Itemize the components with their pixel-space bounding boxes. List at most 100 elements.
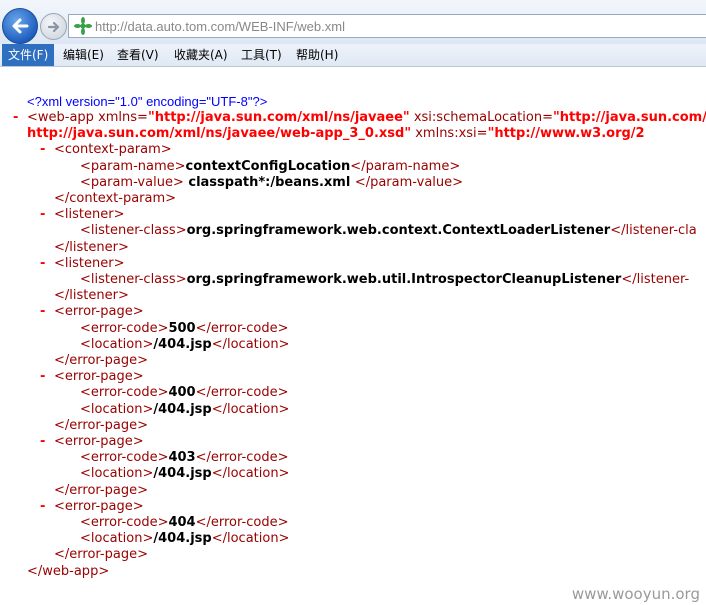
menu-file[interactable]: 文件(F) <box>2 44 55 66</box>
xml-attr-value: http://java.sun.com/xml/ns/javaee/web-ap… <box>27 126 412 142</box>
xml-tag: <error-page> <box>54 434 144 449</box>
xml-tag: </location> <box>211 336 290 352</box>
xml-tag: </error-page> <box>54 482 148 498</box>
xml-line: </listener> <box>54 240 129 256</box>
xml-tag: <error-page> <box>54 369 144 385</box>
xml-line: <error-page> <box>54 369 144 385</box>
xml-text-value: /404.jsp <box>153 466 212 482</box>
xml-text-value: org.springframework.web.context.ContextL… <box>186 223 611 239</box>
xml-text-value: 400 <box>168 385 196 401</box>
menu-tools[interactable]: 工具(T) <box>235 44 288 66</box>
watermark: www.wooyun.org <box>571 585 700 603</box>
xml-tag: </param-name> <box>350 158 461 174</box>
xml-declaration-text: <?xml version="1.0" encoding="UTF-8"?> <box>27 94 268 109</box>
xml-line: <location>/404.jsp</location> <box>80 531 289 547</box>
xml-line: <error-page> <box>54 304 144 320</box>
url-text[interactable]: http://data.auto.tom.com/WEB-INF/web.xml <box>95 19 345 34</box>
xml-attr-name: xmlns= <box>98 110 148 125</box>
collapse-toggle[interactable]: - <box>40 207 45 223</box>
xml-tag: <web-app <box>27 110 99 125</box>
xml-tag: </error-code> <box>195 385 289 401</box>
xml-line: <context-param> <box>54 142 172 158</box>
collapse-toggle[interactable]: - <box>40 256 45 272</box>
collapse-toggle[interactable]: - <box>40 499 45 515</box>
xml-tag: </listener- <box>621 272 690 287</box>
xml-line: <error-code>400</error-code> <box>80 385 288 401</box>
xml-text-value: classpath*:/beans.xml <box>183 174 355 190</box>
xml-line: </error-page> <box>54 418 148 434</box>
xml-tag: <listener> <box>54 207 125 223</box>
xml-tag: <error-code> <box>80 450 169 466</box>
xml-tag: </error-page> <box>54 417 148 433</box>
back-button[interactable] <box>2 8 38 44</box>
collapse-toggle[interactable]: - <box>40 369 45 385</box>
forward-arrow-icon <box>47 21 59 32</box>
xml-tag: <error-code> <box>80 385 169 401</box>
collapse-toggle[interactable]: - <box>40 434 45 450</box>
xml-tag: </error-code> <box>195 515 289 530</box>
xml-tag: <error-code> <box>80 320 169 336</box>
xml-line: <location>/404.jsp</location> <box>80 337 289 353</box>
xml-tag: </param-value> <box>354 174 464 190</box>
back-arrow-icon <box>12 18 29 34</box>
xml-text-value: 500 <box>168 320 196 336</box>
xml-tag: <param-value> <box>80 174 184 190</box>
collapse-toggle[interactable]: - <box>40 304 45 320</box>
xml-line: <location>/404.jsp</location> <box>80 466 289 482</box>
xml-attr-value: "http://java.sun.com/xml/ns/javaee <box>552 110 706 125</box>
xml-tag: <error-page> <box>54 304 144 320</box>
xml-text-value: org.springframework.web.util.Introspecto… <box>186 272 622 287</box>
xml-line: <error-code>404</error-code> <box>80 515 288 531</box>
xml-line: <error-page> <box>54 499 144 515</box>
xml-line: </listener> <box>54 288 129 304</box>
xml-tag: <location> <box>80 336 154 352</box>
compatibility-view-icon[interactable] <box>73 16 93 40</box>
xml-text-value: /404.jsp <box>153 531 212 547</box>
address-bar[interactable]: http://data.auto.tom.com/WEB-INF/web.xml <box>68 14 706 38</box>
collapse-toggle[interactable]: - <box>40 142 45 158</box>
xml-document-view: <?xml version="1.0" encoding="UTF-8"?> -… <box>0 67 706 605</box>
xml-declaration: <?xml version="1.0" encoding="UTF-8"?> <box>27 94 267 110</box>
menu-edit[interactable]: 编辑(E) <box>57 44 110 66</box>
xml-tag: </context-param> <box>54 191 177 206</box>
xml-tag: <error-page> <box>54 498 144 514</box>
xml-tag: <param-name> <box>80 158 186 174</box>
xml-line: <listener-class>org.springframework.web.… <box>80 223 697 239</box>
xml-line: <web-app xmlns="http://java.sun.com/xml/… <box>27 110 706 126</box>
xml-tag: <listener> <box>54 255 125 271</box>
xml-tag: </error-page> <box>54 353 148 368</box>
xml-tag: </error-code> <box>195 450 289 466</box>
xml-line: <error-page> <box>54 434 144 450</box>
xml-tag: <location> <box>80 531 154 547</box>
xml-tag: <location> <box>80 401 154 417</box>
collapse-toggle[interactable]: - <box>13 110 18 126</box>
xml-line: <listener> <box>54 207 124 223</box>
xml-tag: <error-code> <box>80 515 169 530</box>
xml-line: </web-app> <box>27 564 109 580</box>
xml-tag: <location> <box>80 466 154 482</box>
menu-help[interactable]: 帮助(H) <box>290 44 344 66</box>
xml-line: </context-param> <box>54 191 176 207</box>
forward-button[interactable] <box>40 13 67 40</box>
xml-tag: </listener> <box>54 288 129 304</box>
xml-tag: <context-param> <box>54 142 172 158</box>
xml-attr-name: xmlns:xsi= <box>411 126 488 142</box>
xml-line: </error-page> <box>54 483 148 499</box>
xml-text-value: /404.jsp <box>153 336 212 352</box>
xml-text-value: 404 <box>168 515 196 530</box>
browser-toolbar: http://data.auto.tom.com/WEB-INF/web.xml <box>0 0 706 44</box>
xml-attr-value: "http://www.w3.org/2 <box>487 126 645 142</box>
xml-attr-value: "http://java.sun.com/xml/ns/javaee" <box>147 110 410 125</box>
xml-text-value: /404.jsp <box>153 401 212 417</box>
xml-tag: </listener> <box>54 239 129 255</box>
xml-line: <param-value> classpath*:/beans.xml </pa… <box>80 175 463 191</box>
menu-view[interactable]: 查看(V) <box>111 44 165 66</box>
xml-tag: </location> <box>211 401 290 417</box>
xml-line: <param-name>contextConfigLocation</param… <box>80 159 460 175</box>
xml-tag: </location> <box>211 531 290 547</box>
menu-favorites[interactable]: 收藏夹(A) <box>168 44 234 66</box>
xml-text-value: contextConfigLocation <box>185 158 351 174</box>
xml-tag: </listener-cla <box>610 223 697 239</box>
xml-line: </error-page> <box>54 353 148 369</box>
xml-line: </error-page> <box>54 547 148 563</box>
